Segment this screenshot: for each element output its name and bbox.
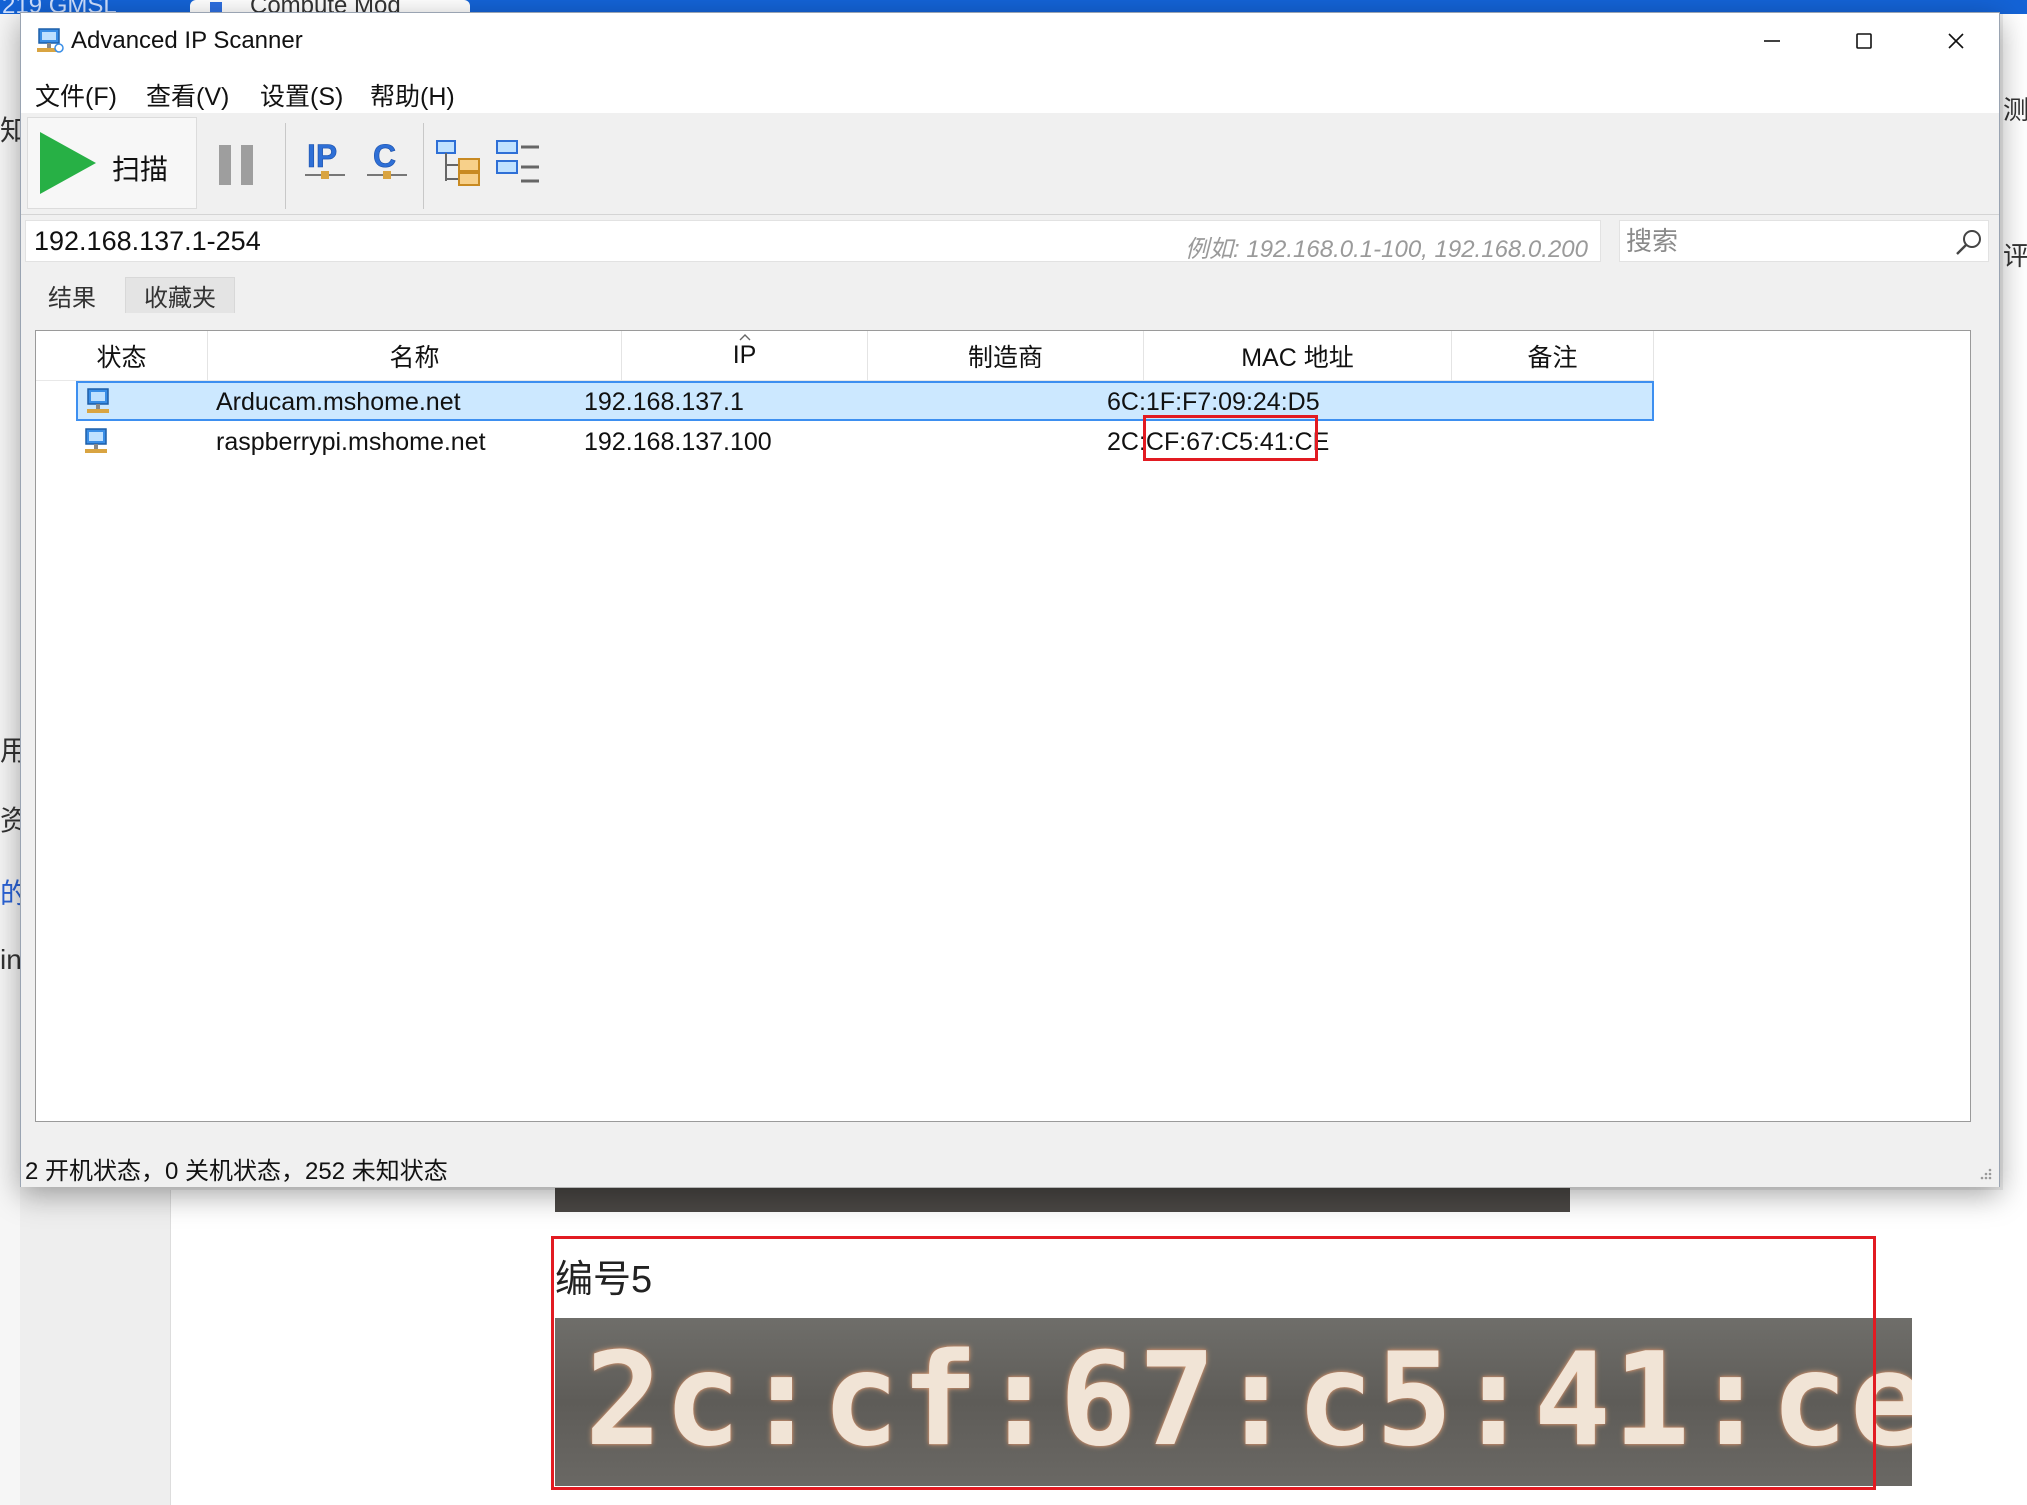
column-header-label: 制造商 bbox=[967, 343, 1043, 372]
window-title: Advanced IP Scanner bbox=[71, 27, 303, 54]
row-ip: 192.168.137.1 bbox=[584, 388, 744, 416]
expand-tree-icon[interactable] bbox=[433, 137, 485, 193]
table-row[interactable]: Arducam.mshome.net 192.168.137.1 6C:1F:F… bbox=[76, 381, 1654, 421]
column-header-comments[interactable]: 备注 bbox=[1452, 331, 1654, 381]
tab-results[interactable]: 结果 bbox=[25, 277, 119, 313]
row-name: Arducam.mshome.net bbox=[216, 388, 461, 416]
minimize-icon bbox=[1764, 40, 1780, 42]
background-highlight-box bbox=[551, 1236, 1876, 1490]
background-fragment: 用 bbox=[0, 735, 20, 766]
background-image-strip bbox=[555, 1188, 1570, 1212]
search-box[interactable] bbox=[1619, 220, 1989, 262]
menu-view[interactable]: 查看(V) bbox=[146, 77, 229, 113]
ip-icon[interactable]: IP bbox=[303, 137, 347, 193]
address-bar: 例如: 192.168.0.1-100, 192.168.0.200 bbox=[21, 220, 1999, 263]
ip-range-field[interactable]: 例如: 192.168.0.1-100, 192.168.0.200 bbox=[25, 220, 1601, 263]
network-computer-icon bbox=[37, 28, 64, 53]
resize-grip-icon[interactable] bbox=[1977, 1165, 1993, 1181]
row-name: raspberrypi.mshome.net bbox=[216, 428, 486, 456]
column-header-label: 备注 bbox=[1527, 343, 1578, 372]
toolbar: 扫描 IP C bbox=[21, 113, 1999, 215]
c-class-icon[interactable]: C bbox=[365, 137, 409, 193]
menu-bar: 文件(F) 查看(V) 设置(S) 帮助(H) bbox=[21, 69, 1999, 113]
column-header-label: 状态 bbox=[96, 343, 147, 372]
maximize-icon bbox=[1856, 33, 1872, 49]
menu-file[interactable]: 文件(F) bbox=[35, 77, 117, 113]
column-header-vendor[interactable]: 制造商 bbox=[868, 331, 1144, 381]
background-fragment: 资 bbox=[0, 805, 20, 836]
pause-button[interactable] bbox=[219, 145, 253, 185]
status-bar: 2 开机状态，0 关机状态，252 未知状态 bbox=[21, 1141, 1999, 1187]
background-fragment: 测 bbox=[2003, 95, 2027, 125]
svg-text:C: C bbox=[373, 138, 396, 174]
mac-highlight-box bbox=[1143, 415, 1318, 461]
sort-ascending-icon bbox=[739, 334, 750, 341]
svg-text:IP: IP bbox=[307, 138, 337, 174]
row-mac: 6C:1F:F7:09:24:D5 bbox=[1107, 388, 1320, 416]
row-ip: 192.168.137.100 bbox=[584, 428, 772, 456]
toolbar-separator bbox=[423, 123, 424, 209]
menu-settings[interactable]: 设置(S) bbox=[260, 77, 343, 113]
scan-button[interactable]: 扫描 bbox=[27, 117, 197, 209]
online-computer-icon bbox=[87, 388, 109, 413]
minimize-button[interactable] bbox=[1726, 13, 1818, 69]
results-table: 状态 名称 IP 制造商 MAC 地址 备注 Arducam.mshome.ne… bbox=[35, 330, 1971, 1122]
background-fragment: in bbox=[0, 944, 20, 975]
background-fragment: 知 bbox=[0, 115, 20, 146]
play-icon bbox=[40, 132, 96, 194]
search-icon[interactable] bbox=[1954, 227, 1984, 257]
close-button[interactable] bbox=[1910, 13, 2002, 69]
tab-favorites[interactable]: 收藏夹 bbox=[125, 277, 235, 313]
menu-help[interactable]: 帮助(H) bbox=[370, 77, 455, 113]
column-header-ip[interactable]: IP bbox=[622, 331, 868, 381]
status-summary: 2 开机状态，0 关机状态，252 未知状态 bbox=[25, 1158, 448, 1185]
column-header-status[interactable]: 状态 bbox=[36, 331, 208, 381]
search-input[interactable] bbox=[1620, 221, 1940, 261]
column-header-label: 名称 bbox=[389, 343, 440, 372]
tab-label: 收藏夹 bbox=[144, 285, 216, 312]
online-computer-icon bbox=[85, 428, 107, 453]
app-window: Advanced IP Scanner 文件(F) 查看(V) 设置(S) 帮助… bbox=[20, 12, 2000, 1187]
result-tabs: 结果 收藏夹 bbox=[21, 277, 1999, 313]
column-header-name[interactable]: 名称 bbox=[208, 331, 622, 381]
scan-button-label: 扫描 bbox=[112, 154, 169, 185]
background-left-column: 知 用 资 的 in bbox=[0, 14, 20, 1505]
ip-range-input[interactable] bbox=[26, 221, 1600, 261]
toolbar-separator bbox=[285, 123, 286, 209]
column-header-mac[interactable]: MAC 地址 bbox=[1144, 331, 1452, 381]
column-header-label: MAC 地址 bbox=[1241, 343, 1354, 372]
maximize-button[interactable] bbox=[1818, 13, 1910, 69]
collapse-list-icon[interactable] bbox=[493, 137, 545, 193]
background-right-column: 测 评 bbox=[2003, 14, 2027, 1505]
background-fragment: 评 bbox=[2003, 241, 2027, 271]
title-bar[interactable]: Advanced IP Scanner bbox=[21, 13, 1999, 69]
close-icon bbox=[1948, 33, 1964, 49]
column-header-label: IP bbox=[732, 341, 757, 369]
background-fragment: 的 bbox=[0, 878, 20, 909]
tab-label: 结果 bbox=[48, 284, 96, 312]
table-row[interactable]: raspberrypi.mshome.net 192.168.137.100 2… bbox=[76, 423, 1654, 463]
